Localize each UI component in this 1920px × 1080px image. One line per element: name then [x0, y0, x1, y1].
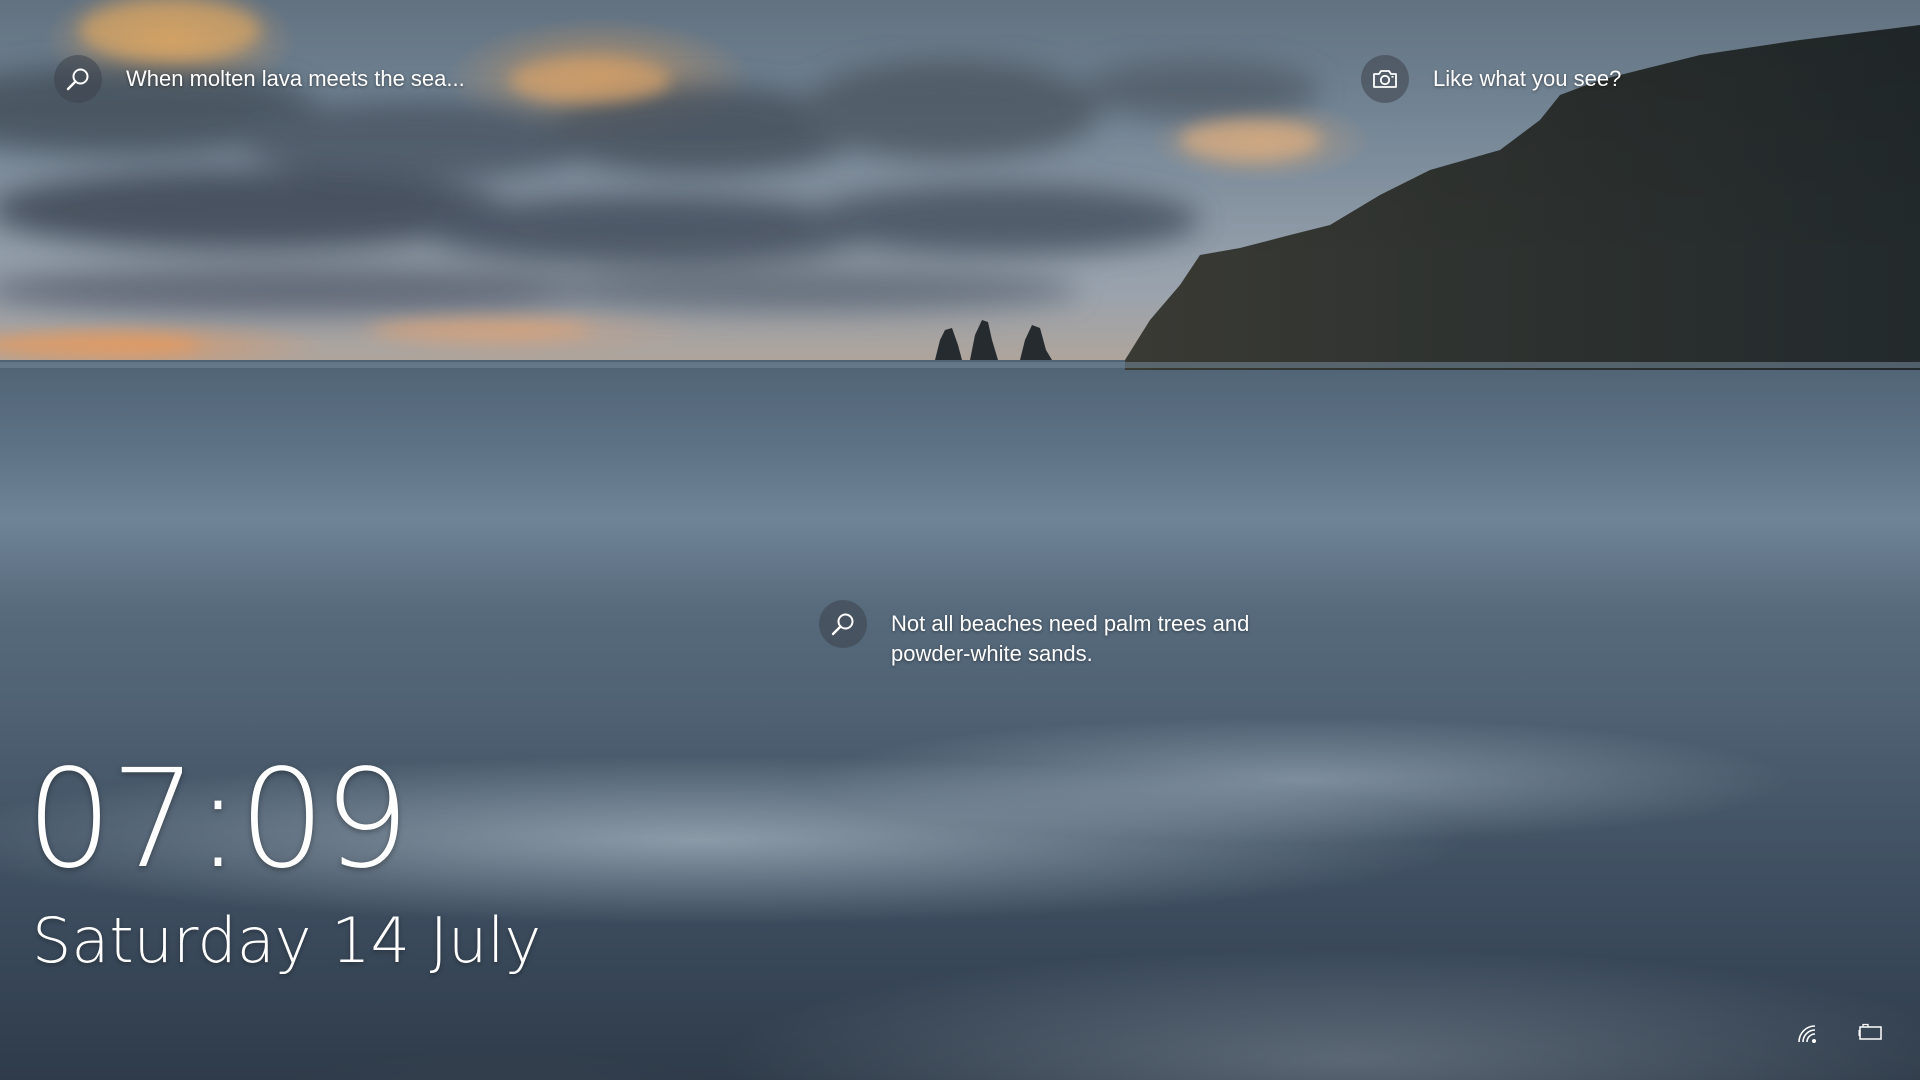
spotlight-hotspot-lava[interactable]: When molten lava meets the sea... [54, 55, 465, 103]
battery-icon[interactable] [1855, 1016, 1887, 1048]
spotlight-text-like[interactable]: Like what you see? [1433, 55, 1621, 94]
lock-screen[interactable]: When molten lava meets the sea... Like w… [0, 0, 1920, 1080]
spotlight-text-lava[interactable]: When molten lava meets the sea... [126, 55, 465, 94]
search-icon[interactable] [819, 600, 867, 648]
spotlight-like-what-you-see[interactable]: Like what you see? [1361, 55, 1621, 103]
date-text: Saturday 14 July [32, 904, 542, 977]
wifi-icon[interactable] [1792, 1018, 1824, 1050]
spotlight-hotspot-beaches[interactable]: Not all beaches need palm trees and powd… [819, 600, 1311, 669]
clock-time: 07:09 [26, 741, 410, 899]
camera-icon[interactable] [1361, 55, 1409, 103]
search-icon[interactable] [54, 55, 102, 103]
spotlight-text-beaches[interactable]: Not all beaches need palm trees and powd… [891, 600, 1311, 669]
